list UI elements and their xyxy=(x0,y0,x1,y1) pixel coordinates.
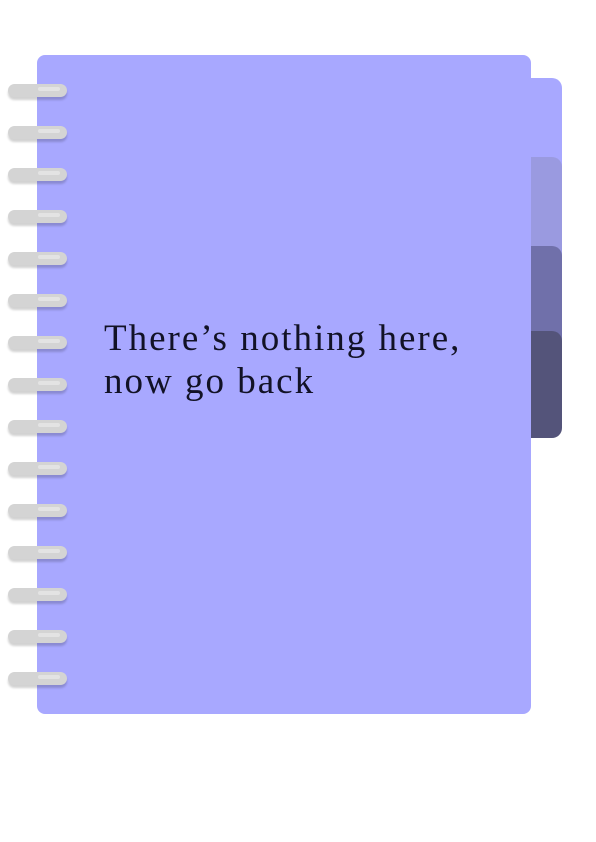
binding-ring xyxy=(8,210,67,223)
binding-ring xyxy=(8,546,67,559)
binding-ring xyxy=(8,252,67,265)
binding-ring xyxy=(8,168,67,181)
binding-ring xyxy=(8,588,67,601)
binding-ring xyxy=(8,126,67,139)
notebook-illustration: There’s nothing here, now go back xyxy=(0,0,596,842)
message-line-1: There’s nothing here, xyxy=(104,318,462,359)
binding-ring xyxy=(8,630,67,643)
binding-ring xyxy=(8,672,67,685)
binding-ring xyxy=(8,378,67,391)
binding-ring xyxy=(8,336,67,349)
binding-ring xyxy=(8,420,67,433)
empty-state-message: There’s nothing here, now go back xyxy=(104,317,504,403)
notebook-cover: There’s nothing here, now go back xyxy=(37,55,531,714)
message-line-2: now go back xyxy=(104,361,316,402)
binding-ring xyxy=(8,294,67,307)
binding-ring xyxy=(8,462,67,475)
binding-ring xyxy=(8,84,67,97)
binding-ring xyxy=(8,504,67,517)
